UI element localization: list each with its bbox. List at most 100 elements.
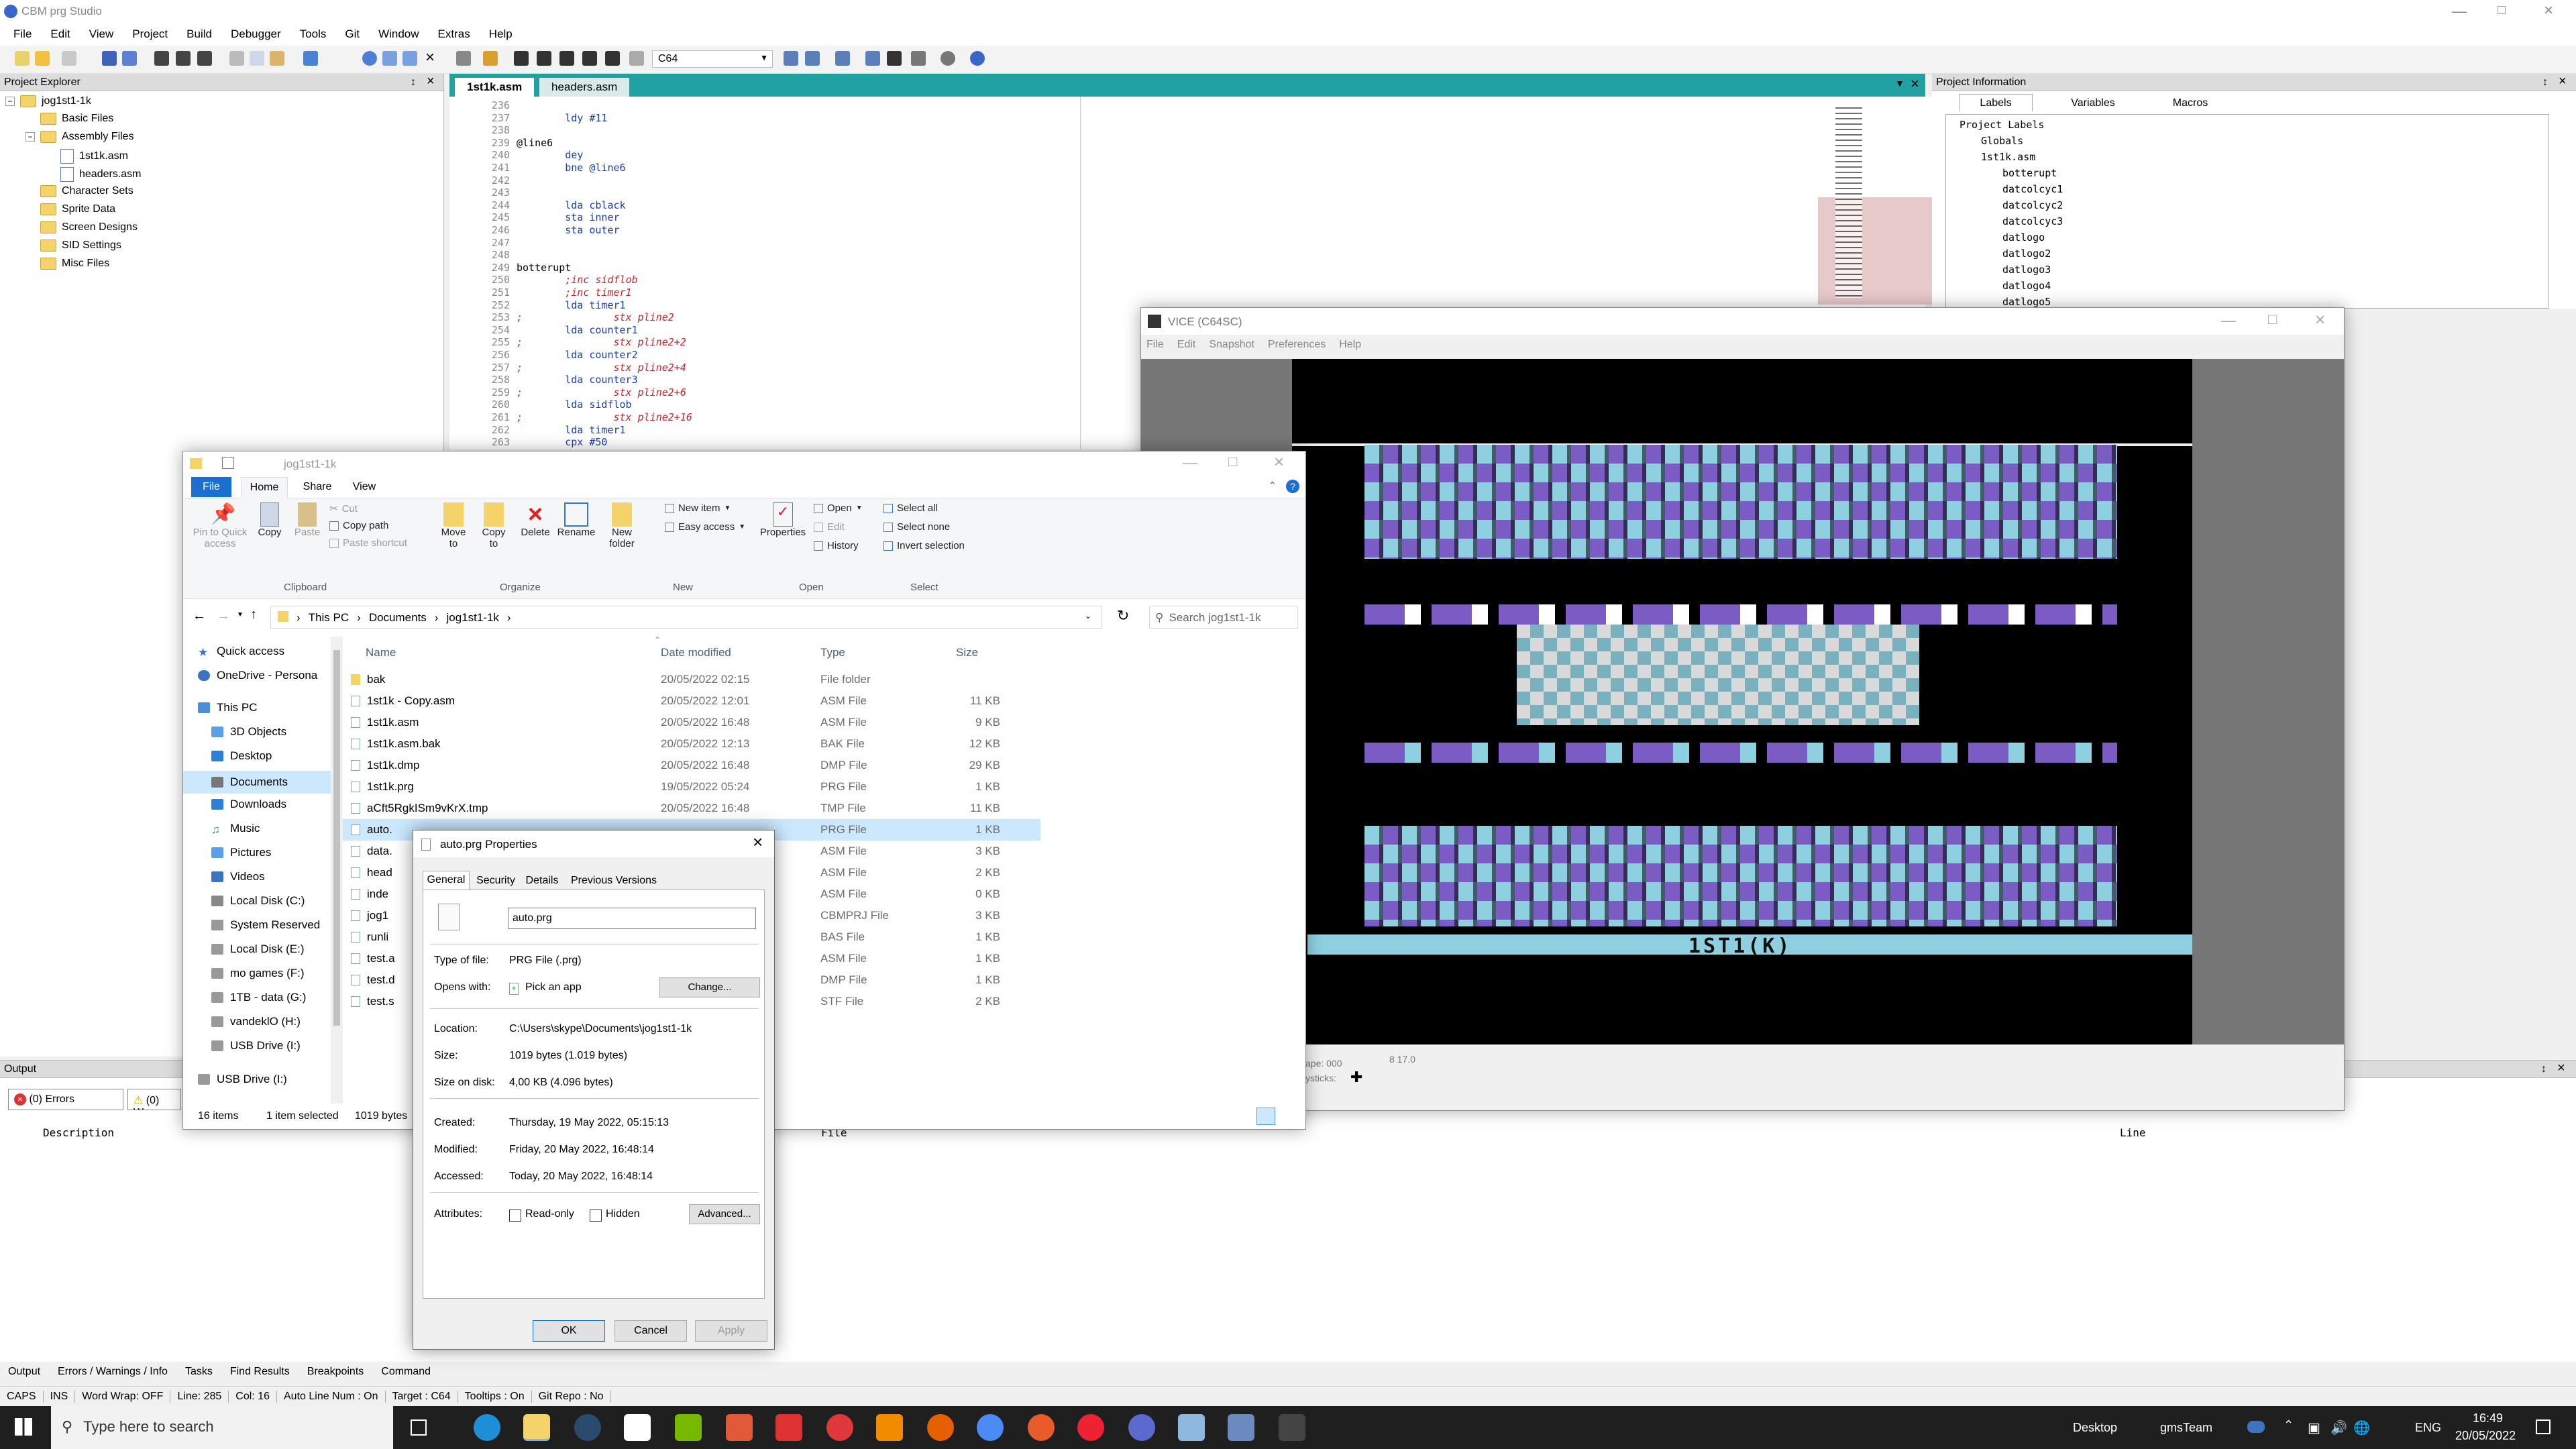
file-row[interactable]: 1st1k.dmp 20/05/2022 16:48 DMP File 29 KB bbox=[343, 755, 1040, 776]
minimize-icon[interactable]: — bbox=[1183, 454, 1197, 472]
file-row[interactable]: 1st1k.asm.bak 20/05/2022 12:13 BAK File 12 … bbox=[343, 733, 1040, 755]
code-line[interactable]: 246 sta outer bbox=[449, 224, 1080, 237]
tree-item-headers-asm[interactable]: headers.asm bbox=[60, 167, 142, 182]
tab-labels[interactable]: Labels bbox=[1959, 94, 2033, 111]
tiles-view-icon[interactable] bbox=[1279, 1108, 1298, 1125]
ribbon-tab-share[interactable]: Share bbox=[297, 477, 337, 497]
prg-icon[interactable] bbox=[514, 51, 529, 66]
collapse-icon[interactable]: − bbox=[25, 132, 35, 142]
pin-icon[interactable]: ↕ bbox=[411, 74, 416, 91]
select-all-button[interactable]: Select all bbox=[883, 502, 938, 514]
new-folder-button[interactable]: New folder bbox=[602, 502, 642, 549]
code-area[interactable]: 236 237 ldy #11 238 239 @line6 240 dey 241 bne… bbox=[449, 97, 1080, 449]
tree-label-item[interactable]: datlogo3 bbox=[2002, 264, 2051, 276]
code-line[interactable]: 251 ;inc timer1 bbox=[449, 286, 1080, 300]
copy-icon[interactable] bbox=[250, 51, 264, 66]
tab-output[interactable]: Output bbox=[8, 1366, 40, 1378]
change-button[interactable]: Change... bbox=[659, 977, 760, 998]
vice-menu-edit[interactable]: Edit bbox=[1177, 339, 1196, 351]
readonly-checkbox[interactable] bbox=[509, 1210, 521, 1222]
nav-system-reserved[interactable]: System Reserved bbox=[211, 918, 320, 932]
code-line[interactable]: 258 lda counter3 bbox=[449, 374, 1080, 387]
target-combo[interactable]: C64 ▼ bbox=[652, 50, 773, 68]
save-icon[interactable] bbox=[102, 51, 117, 66]
code-line[interactable]: 247 bbox=[449, 237, 1080, 250]
tree-item-1st1k-asm[interactable]: 1st1k.asm bbox=[60, 149, 128, 164]
maximize-icon[interactable]: □ bbox=[2498, 3, 2506, 18]
nvidia-icon[interactable] bbox=[675, 1414, 702, 1441]
new-project-icon[interactable] bbox=[62, 51, 76, 66]
edit-icon[interactable] bbox=[911, 51, 926, 66]
code-line[interactable]: 239 @line6 bbox=[449, 137, 1080, 150]
menu-file[interactable]: File bbox=[13, 28, 32, 41]
close-icon[interactable]: × bbox=[1274, 451, 1284, 472]
close-icon[interactable]: × bbox=[753, 832, 763, 853]
nav-disk-c[interactable]: Local Disk (C:) bbox=[211, 894, 305, 908]
d64-icon[interactable] bbox=[537, 51, 551, 66]
col-description[interactable]: Description bbox=[43, 1126, 114, 1139]
properties-quick-icon[interactable] bbox=[222, 457, 234, 469]
chrome-icon[interactable] bbox=[977, 1414, 1004, 1441]
tree-item-assembly-files[interactable]: − Assembly Files bbox=[25, 131, 134, 143]
build-seq-icon[interactable] bbox=[197, 51, 212, 66]
edge-icon[interactable] bbox=[474, 1414, 500, 1441]
new-item-button[interactable]: New item ▼ bbox=[665, 502, 731, 514]
new-file-icon[interactable] bbox=[15, 51, 30, 66]
address-bar[interactable]: › This PC › Documents › jog1st1-1k › bbox=[270, 606, 1102, 629]
col-date[interactable]: Date modified bbox=[661, 646, 731, 659]
details-view-icon[interactable] bbox=[1256, 1108, 1275, 1125]
taskbar-user-label[interactable]: gmsTeam bbox=[2160, 1421, 2212, 1435]
tree-label-item[interactable]: datlogo5 bbox=[2002, 296, 2051, 308]
vice-menu-snapshot[interactable]: Snapshot bbox=[1209, 339, 1254, 351]
code-line[interactable]: 253 ; stx pline2 bbox=[449, 311, 1080, 325]
vice-menu-preferences[interactable]: Preferences bbox=[1268, 339, 1326, 351]
code-line[interactable]: 256 lda counter2 bbox=[449, 349, 1080, 362]
code-line[interactable]: 259 ; stx pline2+6 bbox=[449, 386, 1080, 400]
errors-filter-button[interactable]: × (0) Errors bbox=[8, 1089, 123, 1110]
open-button[interactable]: Open ▼ bbox=[814, 502, 863, 514]
nav-disk-g[interactable]: 1TB - data (G:) bbox=[211, 991, 306, 1004]
ea-icon[interactable] bbox=[1077, 1414, 1104, 1441]
code-line[interactable]: 241 bne @line6 bbox=[449, 162, 1080, 175]
easy-access-button[interactable]: Easy access ▼ bbox=[665, 521, 745, 533]
paste-icon[interactable] bbox=[270, 51, 284, 66]
tab-errors-warnings[interactable]: Errors / Warnings / Info bbox=[58, 1366, 168, 1378]
col-size[interactable]: Size bbox=[956, 646, 978, 659]
close-tab-icon[interactable]: × bbox=[1911, 75, 1919, 93]
close-panel-icon[interactable]: × bbox=[2559, 72, 2567, 90]
warnings-filter-button[interactable]: ⚠ (0) Wa bbox=[127, 1089, 181, 1110]
pin-quick-access-button[interactable]: 📌 Pin to Quick access bbox=[190, 502, 250, 549]
props-tab-general[interactable]: General bbox=[423, 871, 470, 890]
code-line[interactable]: 238 bbox=[449, 124, 1080, 138]
globe-icon[interactable]: 🌐 bbox=[2353, 1419, 2370, 1436]
code-line[interactable]: 254 lda counter1 bbox=[449, 324, 1080, 337]
help-icon[interactable]: ? bbox=[1286, 480, 1299, 493]
file-row[interactable]: 1st1k.asm 20/05/2022 16:48 ASM File 9 KB bbox=[343, 712, 1040, 733]
minimize-icon[interactable]: — bbox=[2221, 312, 2236, 329]
copy-button[interactable]: Copy bbox=[253, 502, 286, 538]
close-icon[interactable]: × bbox=[2315, 309, 2325, 330]
menu-debugger[interactable]: Debugger bbox=[231, 28, 281, 41]
settings-icon[interactable] bbox=[941, 51, 955, 66]
recent-chevron-icon[interactable]: ▼ bbox=[237, 611, 244, 619]
ok-button[interactable]: OK bbox=[533, 1320, 605, 1342]
code-line[interactable]: 250 ;inc sidflob bbox=[449, 274, 1080, 287]
start-icon[interactable] bbox=[15, 1418, 32, 1436]
layout-icon-1[interactable] bbox=[784, 51, 798, 66]
tree-label-item[interactable]: datcolcyc3 bbox=[2002, 215, 2063, 227]
tree-item-screen-designs[interactable]: Screen Designs bbox=[40, 221, 138, 233]
code-line[interactable]: 242 bbox=[449, 174, 1080, 188]
properties-button[interactable]: ✓ Properties bbox=[757, 502, 808, 538]
taskbar-desktop-label[interactable]: Desktop bbox=[2073, 1421, 2117, 1435]
code-line[interactable]: 243 bbox=[449, 186, 1080, 200]
delete-button[interactable]: × Delete bbox=[519, 502, 552, 538]
tree-label-item[interactable]: datlogo4 bbox=[2002, 280, 2051, 292]
back-icon[interactable] bbox=[402, 51, 417, 66]
volume-icon[interactable]: 🔊 bbox=[2330, 1419, 2347, 1436]
undo-icon[interactable] bbox=[362, 51, 377, 66]
tree-label-item[interactable]: datlogo2 bbox=[2002, 248, 2051, 260]
tree-item-basic-files[interactable]: Basic Files bbox=[40, 113, 113, 125]
file-explorer-icon[interactable] bbox=[523, 1414, 550, 1441]
cancel-button[interactable]: Cancel bbox=[614, 1320, 687, 1342]
vice-menu-file[interactable]: File bbox=[1146, 339, 1164, 351]
